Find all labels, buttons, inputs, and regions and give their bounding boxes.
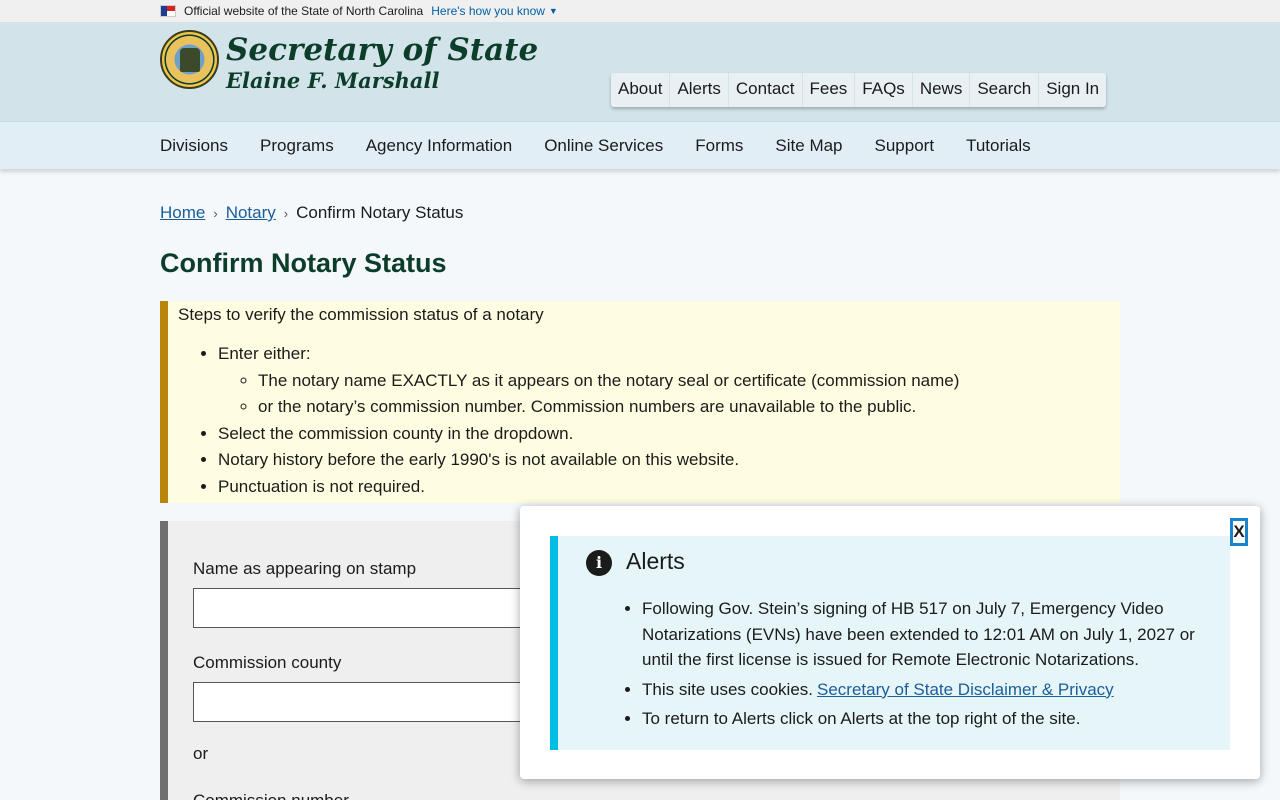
page-title: Confirm Notary Status [160,248,447,278]
cookies-text: This site uses cookies. [642,679,814,699]
instructions-box: Steps to verify the commission status of… [160,301,1120,503]
main-nav-site-map[interactable]: Site Map [775,136,842,156]
main-nav-online-services[interactable]: Online Services [544,136,663,156]
instructions-intro: Steps to verify the commission status of… [178,305,544,324]
list-item: or the notary’s commission number. Commi… [258,394,1110,421]
breadcrumb-notary[interactable]: Notary [226,203,276,223]
site-header: Secretary of State Elaine F. Marshall Ab… [0,22,1280,121]
nc-flag-icon [160,5,176,17]
name-label: Name as appearing on stamp [193,559,417,578]
site-title[interactable]: Secretary of State Elaine F. Marshall [226,32,538,94]
main-nav-tutorials[interactable]: Tutorials [966,136,1031,156]
main-nav-divisions[interactable]: Divisions [160,136,228,156]
alert-heading: Alerts [626,548,685,574]
sub-list: The notary name EXACTLY as it appears on… [258,368,1110,421]
chevron-right-icon: › [283,205,289,221]
gov-banner: Official website of the State of North C… [0,0,1280,22]
list-item: Enter either: The notary name EXACTLY as… [218,341,1110,421]
list-item: Following Gov. Stein’s signing of HB 517… [642,596,1212,673]
list-item: Punctuation is not required. [218,474,1110,501]
main-nav-agency-information[interactable]: Agency Information [366,136,512,156]
county-label: Commission county [193,653,342,672]
site-title-main: Secretary of State [226,32,539,68]
list-item: Select the commission county in the drop… [218,421,1110,448]
commission-number-label: Commission number [193,791,349,800]
disclaimer-privacy-link[interactable]: Secretary of State Disclaimer & Privacy [817,680,1114,699]
main-nav: Divisions Programs Agency Information On… [0,121,1280,169]
info-icon: i [586,550,612,576]
list-item: This site uses cookies.Secretary of Stat… [642,677,1212,703]
alerts-modal: X i Alerts Following Gov. Stein’s signin… [520,506,1260,779]
alert-panel: i Alerts Following Gov. Stein’s signing … [550,536,1230,750]
util-nav-contact[interactable]: Contact [729,73,803,107]
alert-list: Following Gov. Stein’s signing of HB 517… [642,596,1212,736]
instructions-list: Enter either: The notary name EXACTLY as… [218,341,1110,500]
main-nav-forms[interactable]: Forms [695,136,743,156]
chevron-right-icon: › [213,205,218,221]
breadcrumb: Home › Notary › Confirm Notary Status [160,203,463,223]
chevron-down-icon: ▼ [548,6,558,16]
util-nav-search[interactable]: Search [970,73,1040,107]
breadcrumb-home[interactable]: Home [160,203,205,223]
breadcrumb-current: Confirm Notary Status [296,203,464,222]
close-button[interactable]: X [1230,518,1248,546]
list-item: Notary history before the early 1990's i… [218,447,1110,474]
or-text: or [193,744,209,763]
util-nav-sign-in[interactable]: Sign In [1039,73,1106,107]
how-you-know-link[interactable]: Here's how you know ▼ [431,4,558,18]
util-nav-faqs[interactable]: FAQs [855,73,913,107]
util-nav-alerts[interactable]: Alerts [670,73,729,107]
official-website-text: Official website of the State of North C… [184,4,424,18]
utility-nav: About Alerts Contact Fees FAQs News Sear… [611,73,1107,107]
site-title-subtitle: Elaine F. Marshall [226,68,440,93]
list-item-text: Enter either: [218,344,311,363]
main-nav-programs[interactable]: Programs [260,136,334,156]
util-nav-fees[interactable]: Fees [803,73,856,107]
util-nav-news[interactable]: News [913,73,971,107]
list-item: The notary name EXACTLY as it appears on… [258,368,1110,395]
list-item: To return to Alerts click on Alerts at t… [642,706,1212,732]
how-you-know-label: Here's how you know [431,4,545,18]
util-nav-about[interactable]: About [611,73,671,107]
state-seal-logo[interactable] [160,30,219,89]
main-nav-support[interactable]: Support [875,136,935,156]
